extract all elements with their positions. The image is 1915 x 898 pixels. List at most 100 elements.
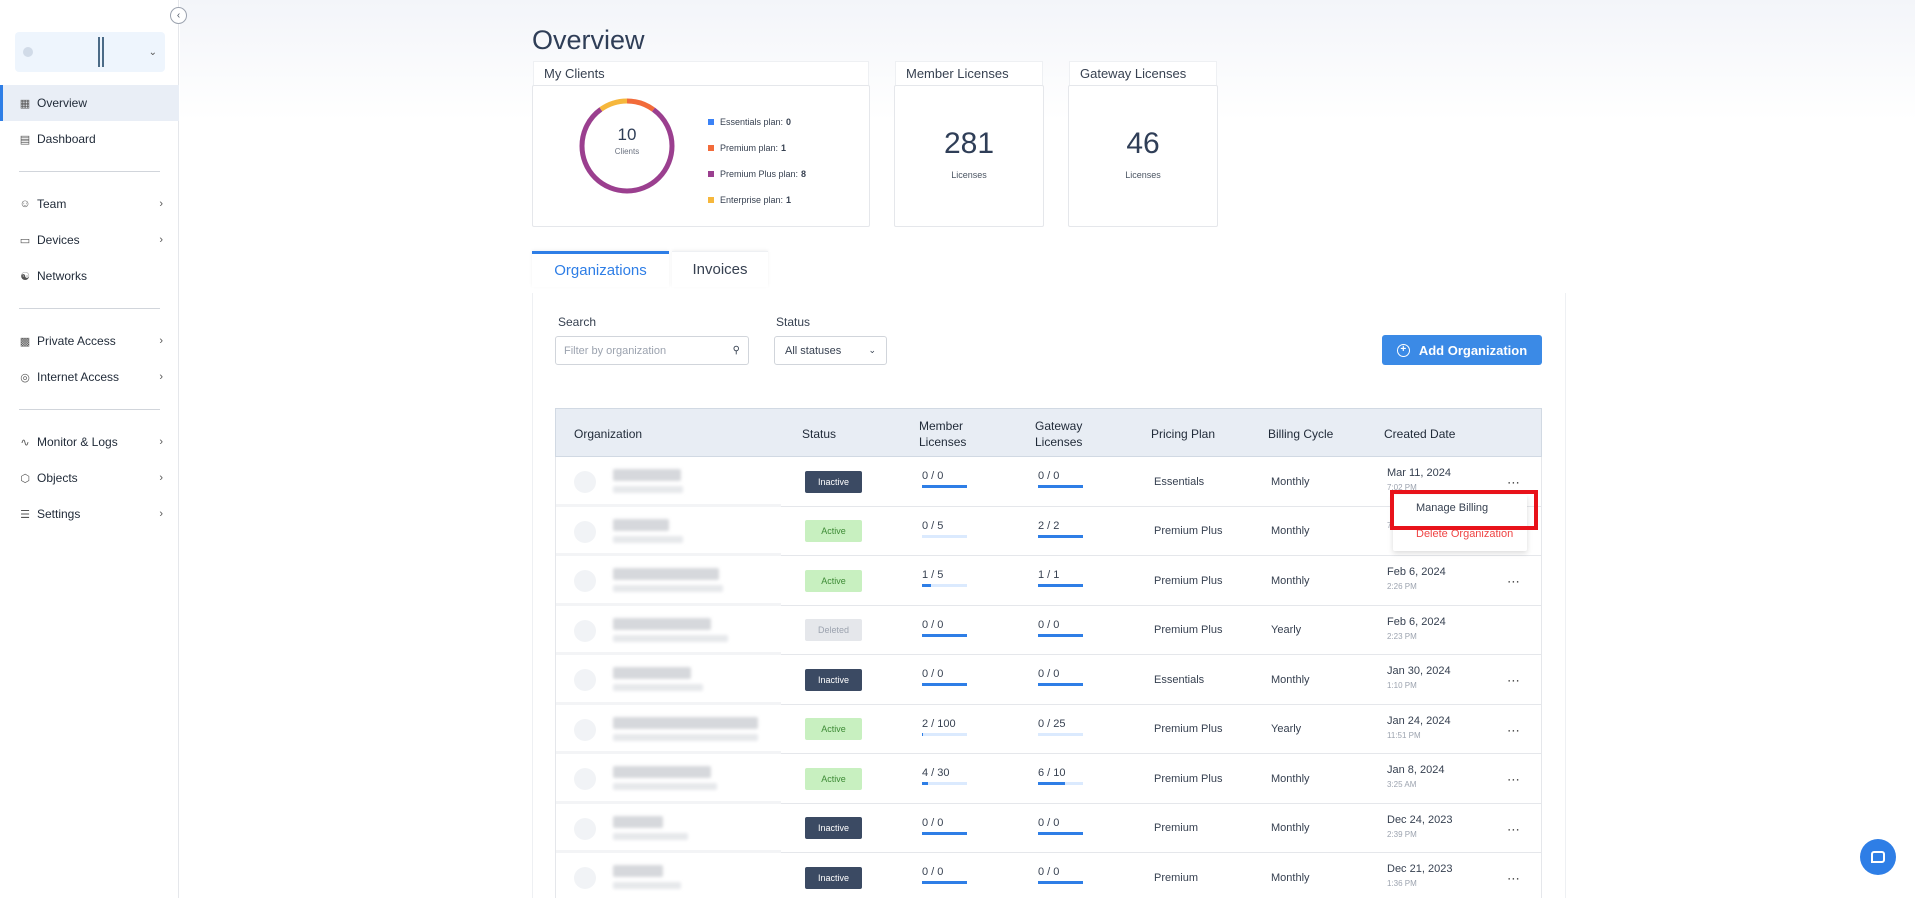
status-cell: Inactive [805, 853, 862, 898]
sidebar-item-dashboard[interactable]: ▤ Dashboard [0, 121, 179, 157]
status-cell: Active [805, 705, 862, 754]
status-cell: Active [805, 507, 862, 556]
chat-support-button[interactable] [1860, 839, 1896, 875]
created-date-cell: Feb 6, 2024 2:26 PM [1387, 566, 1446, 591]
pricing-plan-cell: Premium Plus [1154, 772, 1223, 785]
member-licenses-bar [922, 683, 967, 686]
more-options-icon[interactable]: ⋯ [1507, 475, 1521, 491]
sidebar-item-settings[interactable]: ☰ Settings › [0, 496, 179, 532]
tab-organizations[interactable]: Organizations [532, 251, 669, 287]
member-licenses-bar-fill [922, 732, 923, 736]
search-input[interactable] [564, 337, 724, 364]
table-row[interactable]: Active 2 / 100 0 / 25 Premium Plus Yearly Jan… [555, 704, 1542, 754]
pricing-plan-cell: Premium Plus [1154, 525, 1223, 537]
org-name-redacted [613, 716, 758, 729]
add-organization-button[interactable]: + Add Organization [1382, 335, 1542, 365]
sidebar-item-internet-access[interactable]: ◎ Internet Access › [0, 359, 179, 395]
billing-cycle-cell: Monthly [1271, 673, 1310, 686]
legend-value: 8 [801, 169, 807, 179]
sidebar-item-devices[interactable]: ▭ Devices › [0, 222, 179, 258]
col-created-date[interactable]: Created Date [1384, 409, 1484, 458]
org-switcher[interactable]: ⌄ [15, 32, 165, 72]
gateway-licenses-cell: 2 / 2 [1038, 520, 1083, 538]
status-badge: Active [805, 569, 862, 592]
dashboard-icon: ▤ [19, 133, 31, 146]
col-member-licenses[interactable]: Member Licenses [919, 409, 989, 458]
created-date-cell: Jan 30, 2024 1:10 PM [1387, 665, 1451, 690]
collapse-sidebar-button[interactable]: ‹ [170, 7, 187, 24]
org-domain-redacted [613, 684, 703, 691]
created-date: Jan 30, 2024 [1387, 665, 1451, 677]
created-date-cell: Jan 8, 2024 3:25 AM [1387, 764, 1445, 789]
sidebar-item-private-access[interactable]: ▩ Private Access › [0, 323, 179, 359]
org-avatar [574, 520, 596, 543]
table-row[interactable]: Deleted 0 / 0 0 / 0 Premium Plus Yearly Feb 6… [555, 605, 1542, 655]
search-icon[interactable]: ⚲ [733, 345, 740, 356]
member-licenses-bar [922, 881, 967, 884]
more-options-icon[interactable]: ⋯ [1507, 822, 1521, 838]
member-licenses-bar-fill [922, 683, 967, 686]
created-time: 3:25 AM [1387, 780, 1417, 789]
gateway-licenses-bar [1038, 732, 1083, 736]
more-options-icon[interactable]: ⋯ [1507, 871, 1521, 887]
created-date: Feb 6, 2024 [1387, 566, 1446, 578]
status-badge: Inactive [805, 817, 862, 839]
created-time: 11:51 PM [1387, 730, 1421, 740]
col-status[interactable]: Status [802, 409, 882, 458]
table-row[interactable]: Inactive 0 / 0 0 / 0 Premium Monthly Dec 21, … [555, 853, 1542, 898]
chevron-right-icon: › [159, 234, 163, 246]
created-date-cell: Dec 21, 2023 1:36 PM [1387, 863, 1452, 888]
org-domain-redacted [613, 535, 683, 543]
created-date: Feb 6, 2024 [1387, 615, 1446, 628]
sidebar-item-overview[interactable]: ▦ Overview [0, 85, 179, 121]
status-cell: Deleted [805, 606, 862, 655]
sidebar-item-monitor-logs[interactable]: ∿ Monitor & Logs › [0, 424, 179, 460]
table-row[interactable]: Active 1 / 5 1 / 1 Premium Plus Monthly Feb 6… [555, 556, 1542, 606]
col-gateway-licenses[interactable]: Gateway Licenses [1035, 409, 1105, 458]
manage-billing-menu-item[interactable]: Manage Billing [1393, 495, 1527, 521]
legend-item-essentials: Essentials plan: 0 [708, 109, 806, 135]
status-select-value: All statuses [785, 344, 842, 357]
member-licenses-cell: 2 / 100 [922, 718, 967, 736]
created-date: Jan 24, 2024 [1387, 714, 1451, 727]
table-row[interactable]: Inactive 0 / 0 0 / 0 Essentials Monthly Jan 3… [555, 655, 1542, 705]
sidebar-item-label: Overview [37, 96, 88, 110]
org-avatar [574, 619, 596, 642]
more-options-icon[interactable]: ⋯ [1507, 574, 1521, 590]
devices-icon: ▭ [19, 234, 31, 247]
col-billing-cycle[interactable]: Billing Cycle [1268, 409, 1358, 458]
billing-cycle-cell: Yearly [1271, 723, 1302, 735]
table-row[interactable]: Active 4 / 30 6 / 10 Premium Plus Monthly Jan… [555, 754, 1542, 804]
table-row[interactable]: Inactive 0 / 0 0 / 0 Premium Monthly Dec 24, … [555, 803, 1542, 853]
member-licenses-title: Member Licenses [895, 61, 1043, 85]
pricing-plan-cell: Premium [1154, 871, 1199, 884]
more-options-icon[interactable]: ⋯ [1507, 723, 1521, 739]
member-licenses-bar-fill [922, 633, 967, 637]
sidebar-item-team[interactable]: ☺ Team › [0, 186, 179, 222]
legend-swatch [708, 197, 714, 203]
member-licenses-value: 0 / 0 [922, 470, 944, 482]
more-options-icon[interactable]: ⋯ [1507, 772, 1521, 788]
sidebar-item-objects[interactable]: ⬡ Objects › [0, 460, 179, 496]
member-licenses-cell: 0 / 5 [922, 520, 967, 538]
created-date-cell: Jan 24, 2024 11:51 PM [1387, 715, 1451, 740]
clients-legend: Essentials plan: 0 Premium plan: 1 Premium… [708, 109, 806, 213]
tab-invoices[interactable]: Invoices [672, 251, 768, 287]
org-avatar [574, 471, 596, 493]
gateway-licenses-bar-fill [1038, 831, 1083, 835]
gateway-licenses-title: Gateway Licenses [1069, 61, 1217, 85]
member-licenses-bar [922, 782, 967, 785]
search-field: ⚲ [555, 336, 749, 365]
sidebar-item-networks[interactable]: ☯ Networks [0, 258, 179, 294]
gateway-licenses-cell: 6 / 10 [1038, 767, 1083, 785]
col-pricing-plan[interactable]: Pricing Plan [1151, 409, 1241, 458]
col-organization[interactable]: Organization [574, 409, 724, 458]
networks-icon: ☯ [20, 270, 30, 283]
more-options-icon[interactable]: ⋯ [1507, 673, 1521, 689]
organizations-table: Organization Status Member Licenses Gate… [555, 408, 1542, 898]
member-licenses-value: 0 / 5 [922, 519, 944, 532]
row-context-menu: Manage Billing Delete Organization [1393, 495, 1527, 551]
delete-organization-menu-item[interactable]: Delete Organization [1393, 521, 1527, 547]
chevron-right-icon: › [159, 371, 163, 383]
status-select[interactable]: All statuses ⌄ [774, 336, 887, 365]
